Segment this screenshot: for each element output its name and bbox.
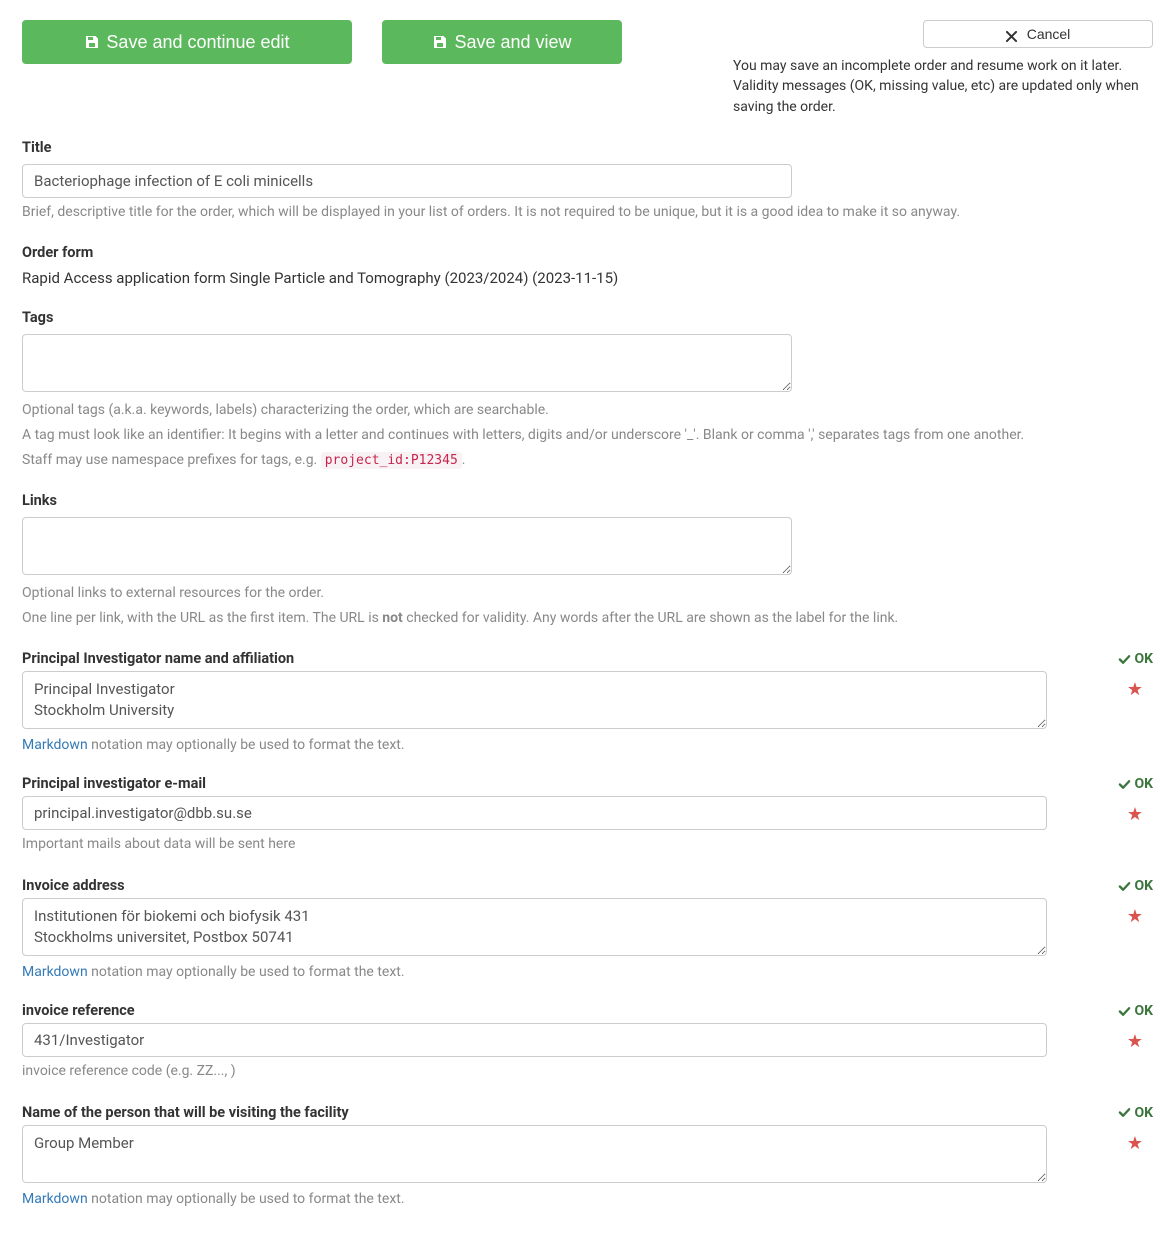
save-continue-label: Save and continue edit (106, 32, 289, 53)
links-input[interactable] (22, 517, 792, 575)
tags-hint-1: Optional tags (a.k.a. keywords, labels) … (22, 401, 1153, 421)
markdown-link[interactable]: Markdown (22, 737, 88, 753)
markdown-link[interactable]: Markdown (22, 1191, 88, 1207)
visitor-input[interactable]: Group Member (22, 1125, 1047, 1183)
tags-hint-3: Staff may use namespace prefixes for tag… (22, 451, 1153, 471)
info-text-1: You may save an incomplete order and res… (733, 56, 1153, 76)
pi-name-label: Principal Investigator name and affiliat… (22, 650, 294, 667)
save-icon (432, 34, 448, 50)
tags-input[interactable] (22, 334, 792, 392)
save-icon (84, 34, 100, 50)
status-badge: OK (1118, 651, 1153, 667)
check-icon (1118, 778, 1131, 791)
required-star-icon: ★ (1127, 804, 1143, 825)
invoice-ref-input[interactable] (22, 1023, 1047, 1057)
pi-email-label: Principal investigator e-mail (22, 775, 206, 792)
markdown-note: Markdown notation may optionally be used… (22, 964, 1153, 980)
required-star-icon: ★ (1127, 679, 1143, 700)
order-form-value: Rapid Access application form Single Par… (22, 269, 1153, 287)
title-hint: Brief, descriptive title for the order, … (22, 203, 1153, 223)
pi-email-input[interactable] (22, 796, 1047, 830)
tags-label: Tags (22, 309, 1153, 326)
title-input[interactable] (22, 164, 792, 198)
close-icon (1006, 29, 1017, 40)
visitor-label: Name of the person that will be visiting… (22, 1104, 349, 1121)
cancel-button[interactable]: Cancel (923, 20, 1153, 48)
markdown-note: Markdown notation may optionally be used… (22, 1191, 1153, 1207)
cancel-label: Cancel (1027, 26, 1071, 42)
code-example: project_id:P12345 (321, 452, 462, 469)
save-view-label: Save and view (454, 32, 571, 53)
invoice-ref-hint: invoice reference code (e.g. ZZ..., ) (22, 1062, 1153, 1082)
status-badge: OK (1118, 1105, 1153, 1121)
links-hint-1: Optional links to external resources for… (22, 584, 1153, 604)
required-star-icon: ★ (1127, 1031, 1143, 1052)
order-form-label: Order form (22, 244, 1153, 261)
required-star-icon: ★ (1127, 906, 1143, 927)
invoice-ref-label: invoice reference (22, 1002, 135, 1019)
links-label: Links (22, 492, 1153, 509)
check-icon (1118, 653, 1131, 666)
markdown-note: Markdown notation may optionally be used… (22, 737, 1153, 753)
info-text-2: Validity messages (OK, missing value, et… (733, 76, 1153, 117)
required-star-icon: ★ (1127, 1133, 1143, 1154)
title-label: Title (22, 139, 1153, 156)
markdown-link[interactable]: Markdown (22, 964, 88, 980)
links-hint-2: One line per link, with the URL as the f… (22, 609, 1153, 629)
check-icon (1118, 880, 1131, 893)
check-icon (1118, 1005, 1131, 1018)
pi-name-input[interactable]: Principal Investigator Stockholm Univers… (22, 671, 1047, 729)
save-view-button[interactable]: Save and view (382, 20, 622, 64)
status-badge: OK (1118, 878, 1153, 894)
status-badge: OK (1118, 1003, 1153, 1019)
invoice-address-label: Invoice address (22, 877, 125, 894)
pi-email-hint: Important mails about data will be sent … (22, 835, 1153, 855)
invoice-address-input[interactable]: Institutionen för biokemi och biofysik 4… (22, 898, 1047, 956)
status-badge: OK (1118, 776, 1153, 792)
save-continue-edit-button[interactable]: Save and continue edit (22, 20, 352, 64)
check-icon (1118, 1106, 1131, 1119)
tags-hint-2: A tag must look like an identifier: It b… (22, 426, 1153, 446)
